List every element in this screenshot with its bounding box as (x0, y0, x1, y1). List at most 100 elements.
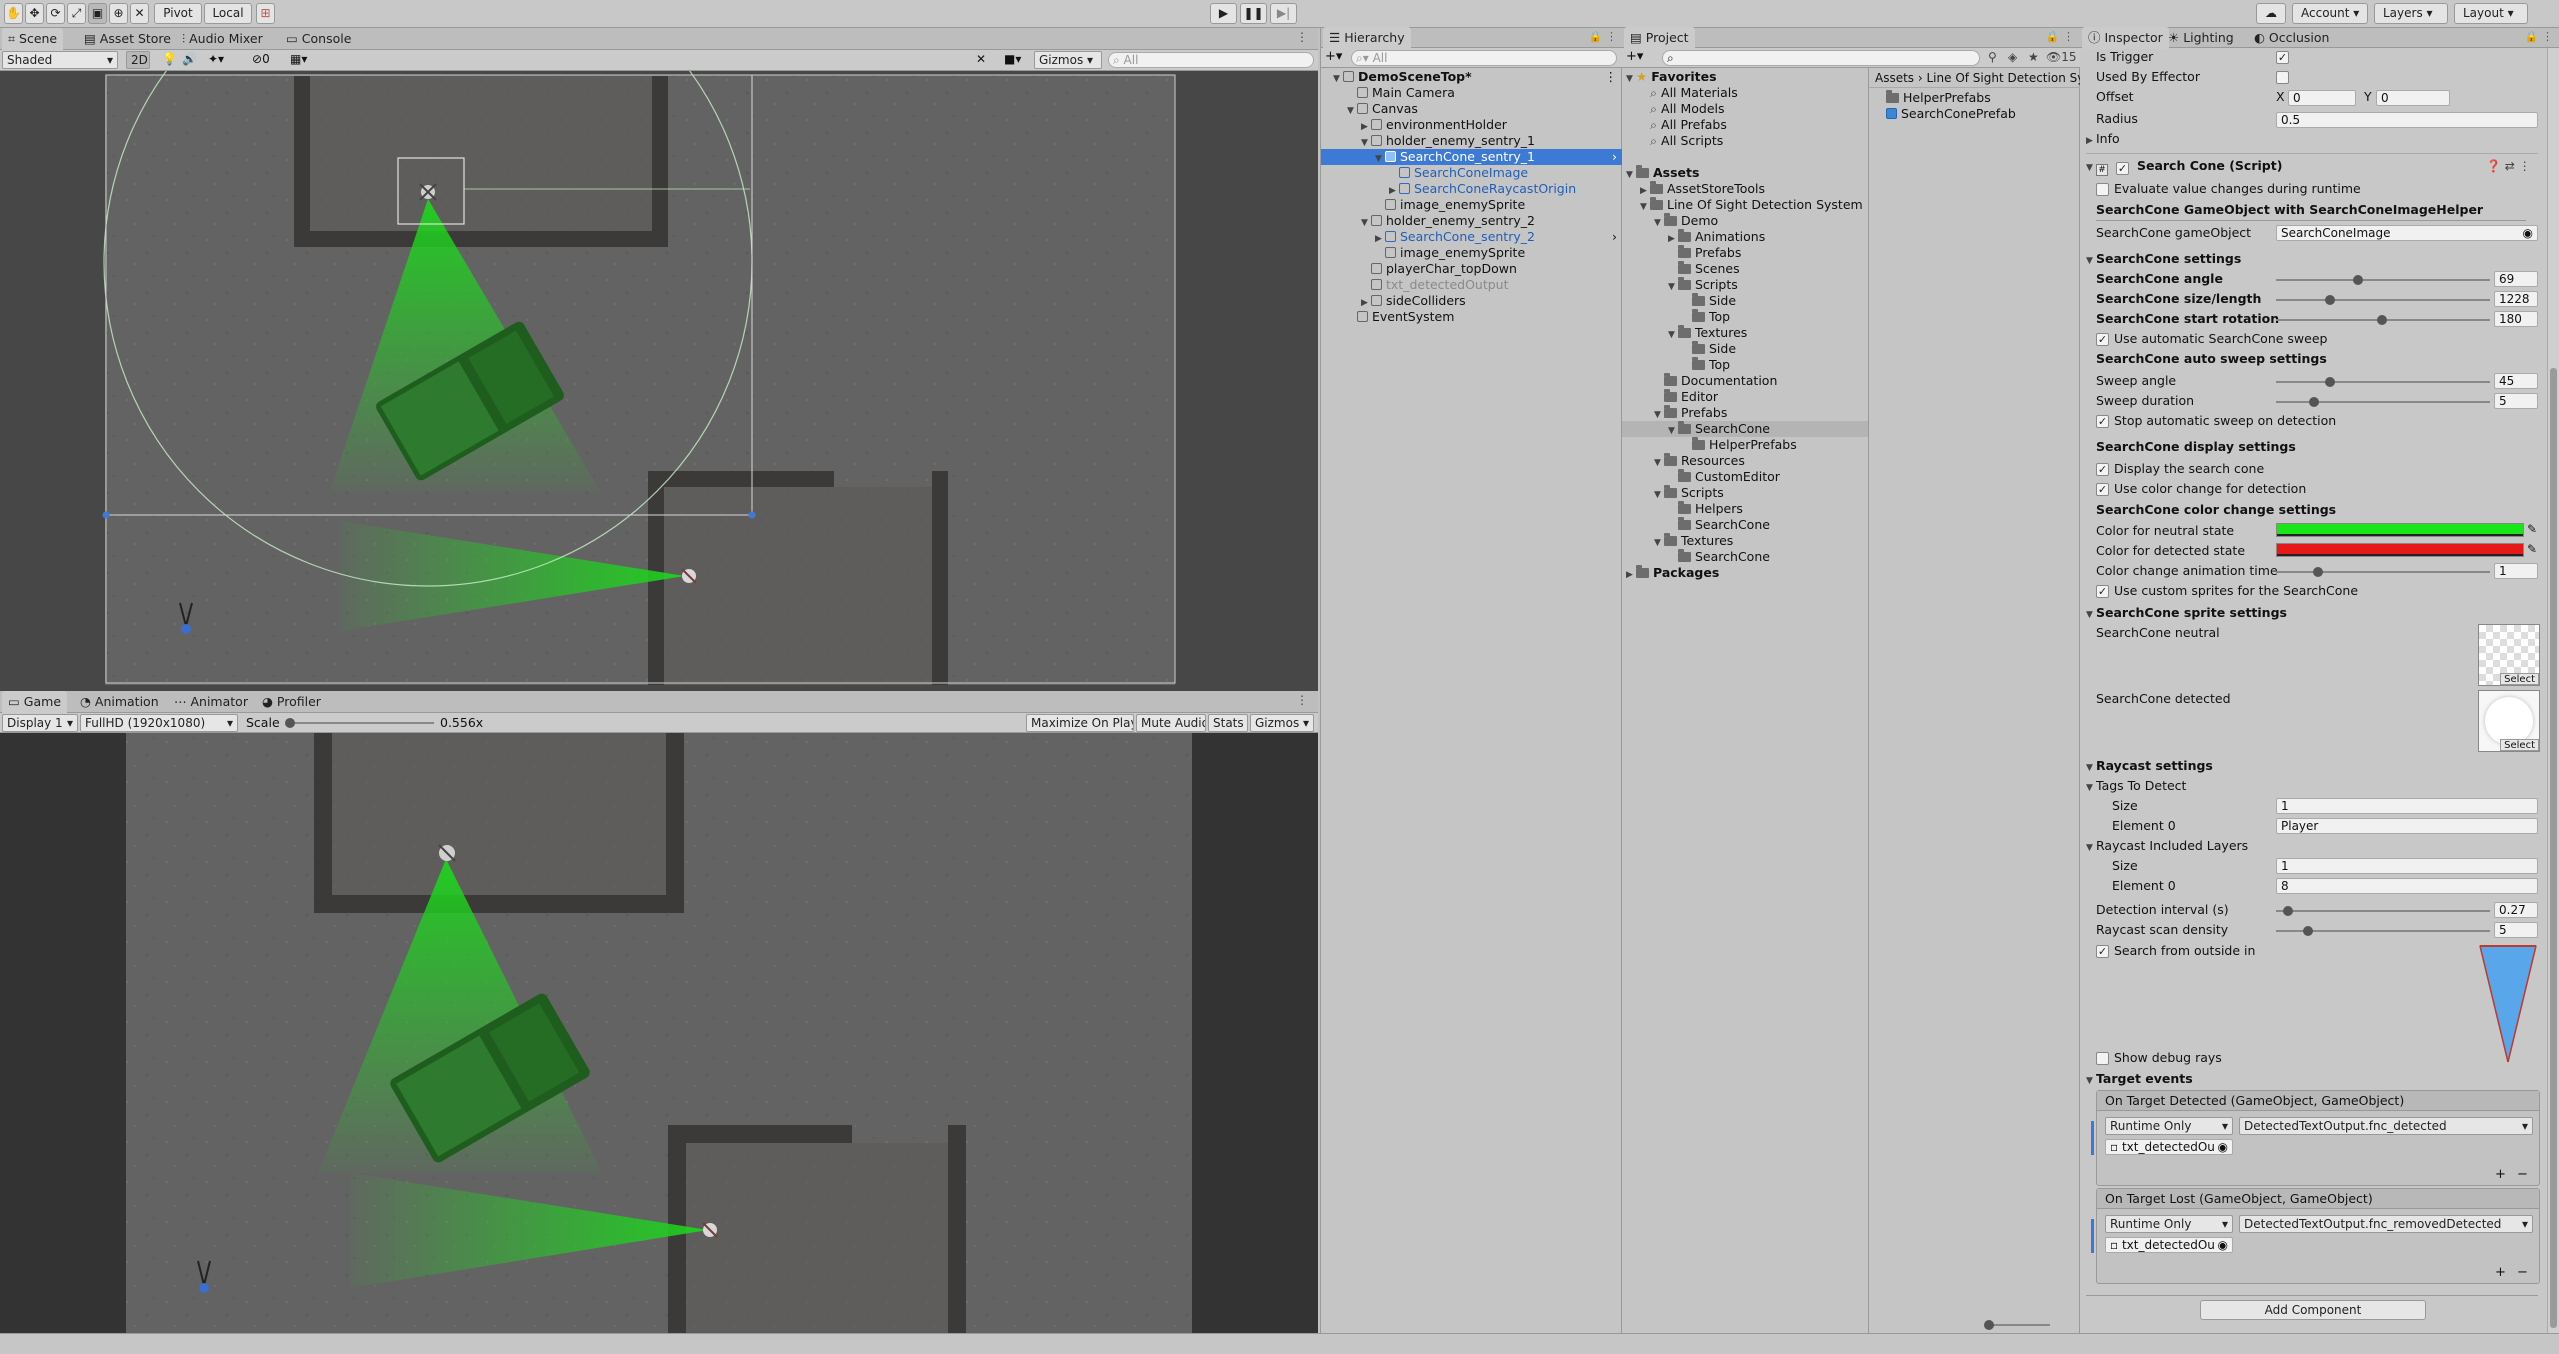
hierarchy-item[interactable]: playerChar_topDown (1321, 261, 1623, 277)
inspector-scrollbar[interactable] (2547, 48, 2559, 1333)
move-tool-icon[interactable]: ✥ (25, 3, 44, 24)
filter-label-icon[interactable]: ◈ (2008, 50, 2017, 64)
project-tree-item[interactable]: Scenes (1622, 261, 1868, 277)
size-field[interactable]: 1228 (2494, 291, 2538, 307)
project-tree-item[interactable]: ▼ Scripts (1622, 277, 1868, 293)
evaluate-runtime-checkbox[interactable] (2096, 183, 2109, 196)
project-tree-item[interactable]: Top (1622, 309, 1868, 325)
create-icon[interactable]: +▾ (1626, 49, 1643, 64)
angle-slider-knob[interactable] (2353, 275, 2363, 285)
project-tree-item[interactable]: Side (1622, 341, 1868, 357)
color-time-slider-knob[interactable] (2313, 567, 2323, 577)
sprite-detected-field[interactable]: Select (2478, 690, 2540, 752)
project-tree-item[interactable]: ▶ AssetStoreTools (1622, 181, 1868, 197)
transform-tool-icon[interactable]: ⊕ (109, 3, 128, 24)
custom-tool-icon[interactable]: ✕ (130, 3, 149, 24)
eyedropper-icon[interactable]: ✎ (2527, 522, 2537, 536)
rotation-field[interactable]: 180 (2494, 311, 2538, 327)
gizmos-dropdown[interactable]: Gizmos ▾ (1034, 51, 1102, 69)
tab-scene[interactable]: ⌗ Scene (2, 28, 64, 50)
open-prefab-icon[interactable]: › (1612, 149, 1617, 165)
tab-hierarchy[interactable]: ☰ Hierarchy (1323, 27, 1411, 49)
sprite-header[interactable]: ▼ SearchCone sprite settings (2086, 604, 2287, 622)
tags-element0-field[interactable]: Player (2276, 818, 2538, 834)
density-slider-knob[interactable] (2303, 926, 2313, 936)
preset-icon[interactable]: ⇄ (2505, 159, 2515, 173)
interval-field[interactable]: 0.27 (2494, 902, 2538, 918)
tab-inspector[interactable]: ⓘ Inspector (2082, 27, 2169, 49)
project-tree-item[interactable]: SearchCone (1622, 517, 1868, 533)
scene-menu-icon[interactable]: ⋮ (1605, 69, 1618, 85)
effects-icon[interactable]: ✦▾ (208, 52, 224, 66)
tab-audio-mixer[interactable]: ⫶ Audio Mixer (176, 28, 269, 50)
remove-listener-button[interactable]: − (2517, 1167, 2528, 1182)
account-dropdown[interactable]: Account ▾ (2292, 3, 2368, 24)
angle-slider[interactable] (2276, 279, 2490, 281)
hierarchy-item[interactable]: ▶ SearchConeRaycastOrigin (1321, 181, 1623, 197)
display-dropdown[interactable]: Display 1 ▾ (2, 714, 78, 732)
lock-icon[interactable]: 🔒 ⋮ (2525, 30, 2553, 43)
hierarchy-item[interactable]: Main Camera (1321, 85, 1623, 101)
color-time-field[interactable]: 1 (2494, 563, 2538, 579)
auto-sweep-checkbox[interactable]: ✓ (2096, 333, 2109, 346)
shading-dropdown[interactable]: Shaded ▾ (2, 51, 118, 69)
hierarchy-search-input[interactable]: ⌕▾ All (1351, 50, 1617, 66)
add-component-button[interactable]: Add Component (2200, 1300, 2426, 1320)
tools-icon[interactable]: ✕ (976, 52, 986, 66)
info-foldout[interactable]: ▶ Info (2086, 130, 2120, 148)
sweep-duration-slider-knob[interactable] (2309, 397, 2319, 407)
project-search-input[interactable]: ⌕ (1662, 50, 1980, 66)
project-tree-item[interactable]: CustomEditor (1622, 469, 1868, 485)
event2-object-field[interactable]: ▫ txt_detectedOu ◉ (2105, 1237, 2233, 1253)
tab-asset-store[interactable]: ▤ Asset Store (78, 28, 177, 50)
maximize-on-play-toggle[interactable]: Maximize On Play (1026, 714, 1134, 732)
events-header[interactable]: ▼ Target events (2086, 1070, 2193, 1088)
resolution-dropdown[interactable]: FullHD (1920x1080) ▾ (80, 714, 238, 732)
lighting-icon[interactable]: 💡 (162, 52, 177, 66)
project-tree-item[interactable]: ⌕ All Prefabs (1622, 117, 1868, 133)
tab-occlusion[interactable]: ◐ Occlusion (2248, 27, 2335, 49)
project-tree-item[interactable]: ▼ Textures (1622, 325, 1868, 341)
mute-audio-toggle[interactable]: Mute Audio (1136, 714, 1206, 732)
size-slider-knob[interactable] (2325, 295, 2335, 305)
hidden-packages-icon[interactable]: 👁15 (2046, 50, 2077, 64)
project-tree-item[interactable]: ▼ Assets (1622, 165, 1868, 181)
scene-viewport[interactable] (0, 71, 1318, 691)
project-tree-item[interactable]: ⌕ All Scripts (1622, 133, 1868, 149)
hierarchy-item[interactable]: image_enemySprite (1321, 197, 1623, 213)
tab-animator[interactable]: ⋯ Animator (168, 691, 254, 713)
project-tree-item[interactable]: Documentation (1622, 373, 1868, 389)
pivot-toggle[interactable]: Pivot (154, 3, 202, 24)
breadcrumb-folder[interactable]: Line Of Sight Detection Sy (1927, 71, 2081, 85)
lock-icon[interactable]: 🔒 ⋮ (1589, 30, 1617, 43)
hand-tool-icon[interactable]: ✋ (4, 3, 23, 24)
project-tree-item[interactable]: ▼ Resources (1622, 453, 1868, 469)
mode-2d-toggle[interactable]: 2D (126, 51, 150, 69)
icon-size-slider[interactable] (1880, 1318, 2072, 1332)
hierarchy-item[interactable]: ▼ Canvas (1321, 101, 1623, 117)
project-tree-item[interactable]: Helpers (1622, 501, 1868, 517)
create-icon[interactable]: +▾ (1325, 49, 1342, 64)
project-tree-item[interactable]: ▼ Scripts (1622, 485, 1868, 501)
hidden-objects-icon[interactable]: ⊘0 (252, 52, 270, 66)
hierarchy-item[interactable]: ▶ SearchCone_sentry_2 › (1321, 229, 1623, 245)
hierarchy-item[interactable]: txt_detectedOutput (1321, 277, 1623, 293)
sweep-duration-field[interactable]: 5 (2494, 393, 2538, 409)
scene-search-input[interactable]: ⌕ All (1108, 52, 1314, 68)
tab-console[interactable]: ▭ Console (280, 28, 357, 50)
project-tree-item[interactable]: Editor (1622, 389, 1868, 405)
layers-dropdown[interactable]: Layers ▾ (2374, 3, 2448, 24)
add-listener-button[interactable]: + (2495, 1265, 2506, 1280)
event1-function-dropdown[interactable]: DetectedTextOutput.fnc_detected ▾ (2239, 1117, 2533, 1135)
offset-y-field[interactable]: 0 (2376, 90, 2450, 106)
tab-animation[interactable]: ◔ Animation (74, 691, 165, 713)
scale-slider[interactable] (288, 722, 434, 724)
project-tree-item[interactable]: ⌕ All Models (1622, 101, 1868, 117)
hierarchy-item[interactable]: SearchConeImage (1321, 165, 1623, 181)
snap-icon[interactable]: ⊞ (256, 3, 275, 24)
favorite-icon[interactable]: ★ (2028, 50, 2039, 64)
stop-sweep-checkbox[interactable]: ✓ (2096, 415, 2109, 428)
help-icon[interactable]: ❓ (2486, 159, 2501, 173)
local-toggle[interactable]: Local (204, 3, 252, 24)
layout-dropdown[interactable]: Layout ▾ (2454, 3, 2528, 24)
